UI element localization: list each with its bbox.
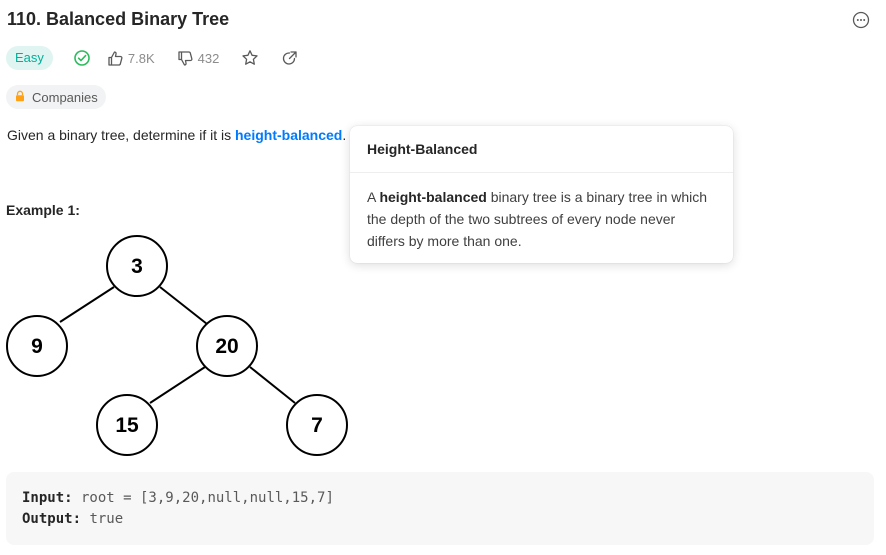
difficulty-badge[interactable]: Easy (6, 46, 53, 70)
thumbs-up-icon (107, 50, 124, 67)
example-title: Example 1: (6, 202, 80, 218)
tree-node-label: 20 (215, 335, 238, 358)
problem-meta-row: Easy 7.8K 432 (6, 46, 298, 70)
output-label: Output: (22, 511, 82, 527)
example-output-line: Output: true (22, 509, 858, 530)
more-icon[interactable] (852, 11, 870, 29)
star-icon (241, 49, 259, 67)
lock-icon (14, 90, 26, 105)
example-tree-diagram: 3 9 20 15 7 (6, 235, 348, 456)
tree-edge (159, 286, 208, 325)
solved-status (73, 49, 91, 67)
popover-body: A height-balanced binary tree is a binar… (350, 173, 733, 252)
tree-edge (149, 366, 206, 404)
example-input-line: Input: root = [3,9,20,null,null,15,7] (22, 488, 858, 509)
description-suffix: . (342, 127, 347, 143)
tree-edge (249, 366, 296, 404)
check-circle-icon (73, 49, 91, 67)
popover-body-prefix: A (367, 189, 380, 205)
problem-description: Given a binary tree, determine if it is … (7, 127, 346, 143)
tree-node-label: 3 (131, 255, 143, 278)
definition-popover: Height-Balanced A height-balanced binary… (350, 126, 733, 263)
input-value: root = [3,9,20,null,null,15,7] (72, 490, 334, 506)
like-button[interactable]: 7.8K (107, 50, 155, 67)
companies-label: Companies (32, 89, 98, 105)
input-label: Input: (22, 490, 73, 506)
output-value: true (81, 511, 124, 527)
like-count: 7.8K (127, 50, 155, 66)
tree-node-label: 15 (115, 414, 139, 437)
dislike-button[interactable]: 432 (177, 50, 220, 67)
share-icon (281, 50, 298, 67)
popover-bold-term: height-balanced (379, 189, 487, 205)
favorite-button[interactable] (241, 49, 259, 67)
problem-title: 110. Balanced Binary Tree (7, 9, 230, 29)
tree-edge (59, 286, 115, 323)
description-text: Given a binary tree, determine if it is (7, 127, 235, 143)
thumbs-down-icon (177, 50, 194, 67)
height-balanced-link[interactable]: height-balanced (235, 127, 342, 143)
popover-title: Height-Balanced (350, 126, 733, 173)
tree-node-label: 9 (31, 335, 43, 358)
companies-button[interactable]: Companies (6, 85, 106, 109)
example-io-block: Input: root = [3,9,20,null,null,15,7] Ou… (6, 472, 874, 545)
dislike-count: 432 (197, 50, 220, 66)
tree-node-label: 7 (311, 414, 323, 437)
share-button[interactable] (281, 50, 298, 67)
